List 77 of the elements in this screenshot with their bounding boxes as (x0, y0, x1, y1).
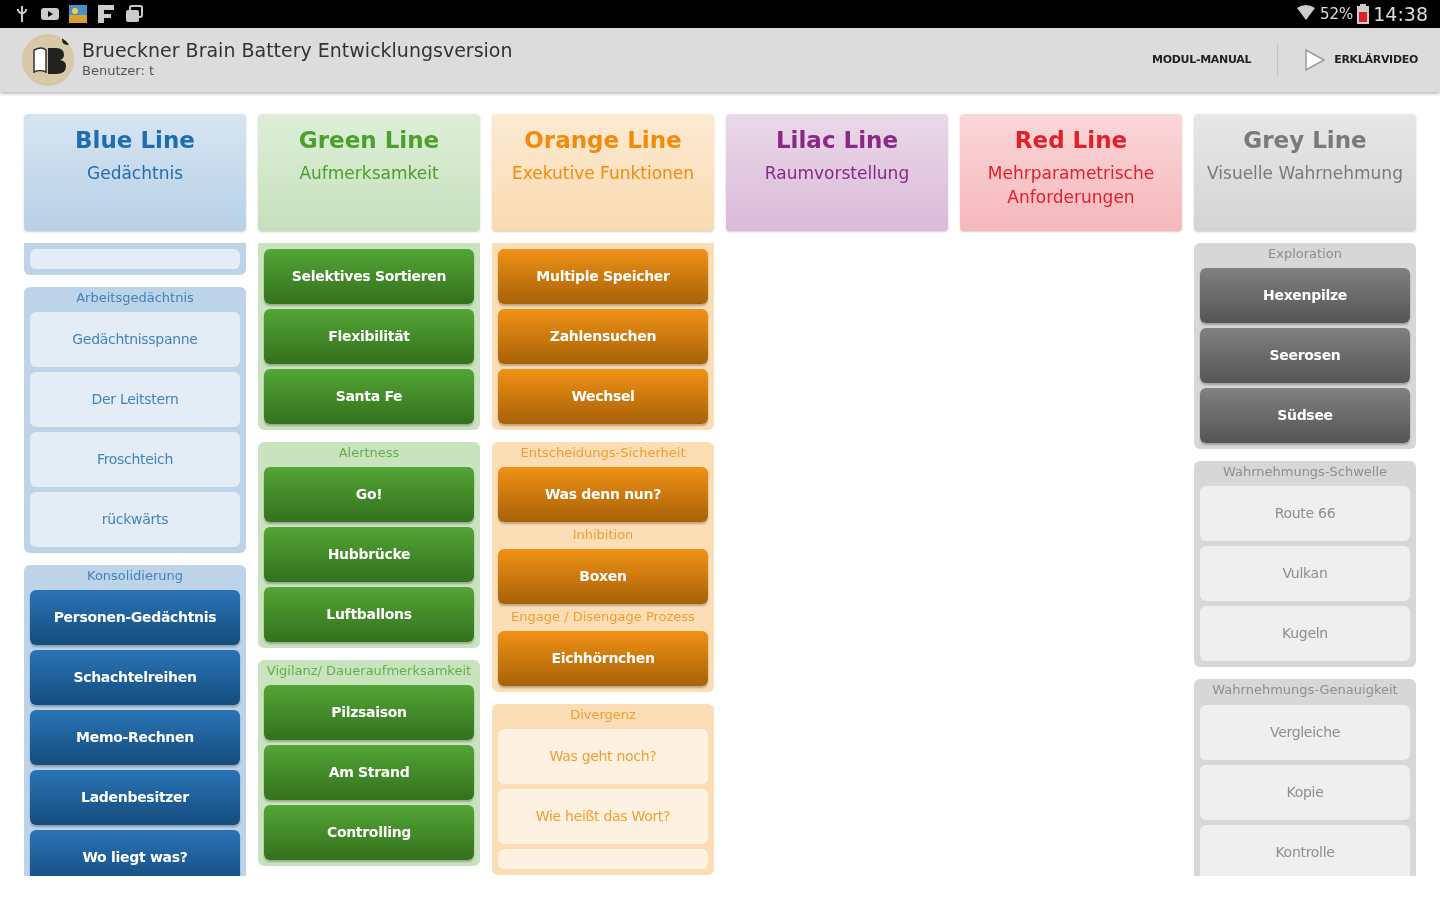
battery-icon (1357, 4, 1370, 24)
game-tile[interactable]: Vergleiche (1200, 704, 1410, 760)
game-tile[interactable]: Pilzsaison (264, 685, 474, 741)
group-subtitle: Engage / Disengage Prozess (510, 609, 696, 626)
line-header[interactable]: Green Line Aufmerksamkeit (258, 114, 480, 231)
game-tile[interactable]: Wechsel (498, 369, 708, 424)
game-tile[interactable]: Boxen (498, 549, 708, 605)
user-label: Benutzer: t (82, 61, 156, 80)
game-tile[interactable]: Eichhörnchen (498, 630, 708, 686)
battery-percent: 52% (1319, 3, 1354, 25)
flag-icon (96, 4, 116, 24)
group-title: Exploration (1267, 245, 1343, 263)
game-tile[interactable]: Seerosen (1200, 328, 1410, 384)
line-subtitle: Mehrparametrische Anforderungen (986, 161, 1156, 209)
group-title: Entscheidungs-Sicherheit (519, 444, 687, 462)
game-tile[interactable]: Am Strand (264, 745, 474, 801)
game-tile[interactable]: rückwärts (30, 492, 240, 548)
group-title: Wahrnehmungs-Genauigkeit (1211, 681, 1399, 700)
game-tile[interactable]: Santa Fe (264, 369, 474, 424)
game-tile[interactable]: Memo-Rechnen (30, 710, 240, 766)
picture-icon (68, 4, 88, 24)
line-title: Lilac Line (774, 126, 900, 155)
video-button[interactable]: ERKLÄRVIDEO (1294, 42, 1428, 78)
game-tile[interactable]: Controlling (264, 805, 474, 861)
line-subtitle: Raumvorstellung (763, 161, 911, 185)
line-subtitle: Gedächtnis (86, 161, 184, 185)
game-tile[interactable]: Route 66 (1200, 486, 1410, 542)
line-header[interactable]: Lilac Line Raumvorstellung (726, 114, 948, 231)
line-header[interactable]: Grey Line Visuelle Wahrnehmung (1194, 114, 1416, 231)
line-title: Orange Line (523, 126, 683, 155)
line-title: Grey Line (1242, 126, 1368, 155)
group-subtitle: Inhibition (571, 527, 635, 545)
line-header[interactable]: Blue Line Gedächtnis (24, 114, 246, 231)
game-tile[interactable]: Wie heißt das Wort? (498, 789, 708, 845)
game-tile[interactable]: Selektives Sortieren (264, 249, 474, 304)
game-tile[interactable]: Kopie (1200, 764, 1410, 820)
game-tile[interactable]: Hubbrücke (264, 527, 474, 583)
screenshot-icon (124, 4, 144, 24)
clock-time: 14:38 (1373, 1, 1428, 27)
game-tile[interactable]: Kontrolle (1200, 824, 1410, 876)
group-title: Wahrnehmungs-Schwelle (1221, 463, 1389, 482)
game-tile[interactable]: Personen-Gedächtnis (30, 590, 240, 646)
line-subtitle: Visuelle Wahrnehmung (1206, 161, 1404, 185)
game-tile[interactable]: Ladenbesitzer (30, 770, 240, 826)
line-header[interactable]: Red Line Mehrparametrische Anforderungen (960, 114, 1182, 231)
line-title: Blue Line (74, 126, 196, 155)
line-header[interactable]: Orange Line Exekutive Funktionen (492, 114, 714, 231)
game-tile[interactable]: Schachtelreihen (30, 650, 240, 706)
line-subtitle: Exekutive Funktionen (510, 161, 696, 185)
game-tile[interactable]: Gedächtnisspanne (30, 312, 240, 368)
game-tile[interactable]: Hexenpilze (1200, 268, 1410, 324)
play-icon (1304, 48, 1327, 72)
line-subtitle: Aufmerksamkeit (298, 161, 440, 185)
group-title: Konsolidierung (86, 567, 184, 586)
game-tile[interactable]: Was geht noch? (498, 729, 708, 785)
video-label: ERKLÄRVIDEO (1334, 51, 1418, 68)
game-tile[interactable]: Flexibilität (264, 309, 474, 364)
game-tile[interactable]: Der Leitstern (30, 372, 240, 428)
game-tile[interactable]: Kugeln (1200, 606, 1410, 662)
game-tile[interactable]: Multiple Speicher (498, 249, 708, 304)
game-tile[interactable]: Luftballons (264, 587, 474, 643)
manual-button[interactable]: MODUL-MANUAL (1142, 45, 1262, 75)
game-tile[interactable]: Froschteich (30, 432, 240, 488)
group-title: Arbeitsgedächtnis (75, 289, 195, 307)
app-title: Brueckner Brain Battery Entwicklungsversion (82, 39, 514, 61)
line-title: Green Line (297, 126, 441, 155)
group-title: Vigilanz/ Daueraufmerksamkeit (265, 662, 473, 681)
game-tile[interactable]: Was denn nun? (498, 467, 708, 523)
group-title: Alertness (337, 444, 401, 462)
game-tile[interactable]: Go! (264, 467, 474, 523)
group-title: Divergenz (569, 705, 637, 724)
line-title: Red Line (1013, 126, 1129, 155)
game-tile[interactable]: Wo liegt was? (30, 830, 240, 876)
game-tile[interactable]: Zahlensuchen (498, 309, 708, 364)
game-tile[interactable]: Vulkan (1200, 546, 1410, 602)
game-tile[interactable]: Südsee (1200, 388, 1410, 444)
app-logo (22, 34, 74, 86)
